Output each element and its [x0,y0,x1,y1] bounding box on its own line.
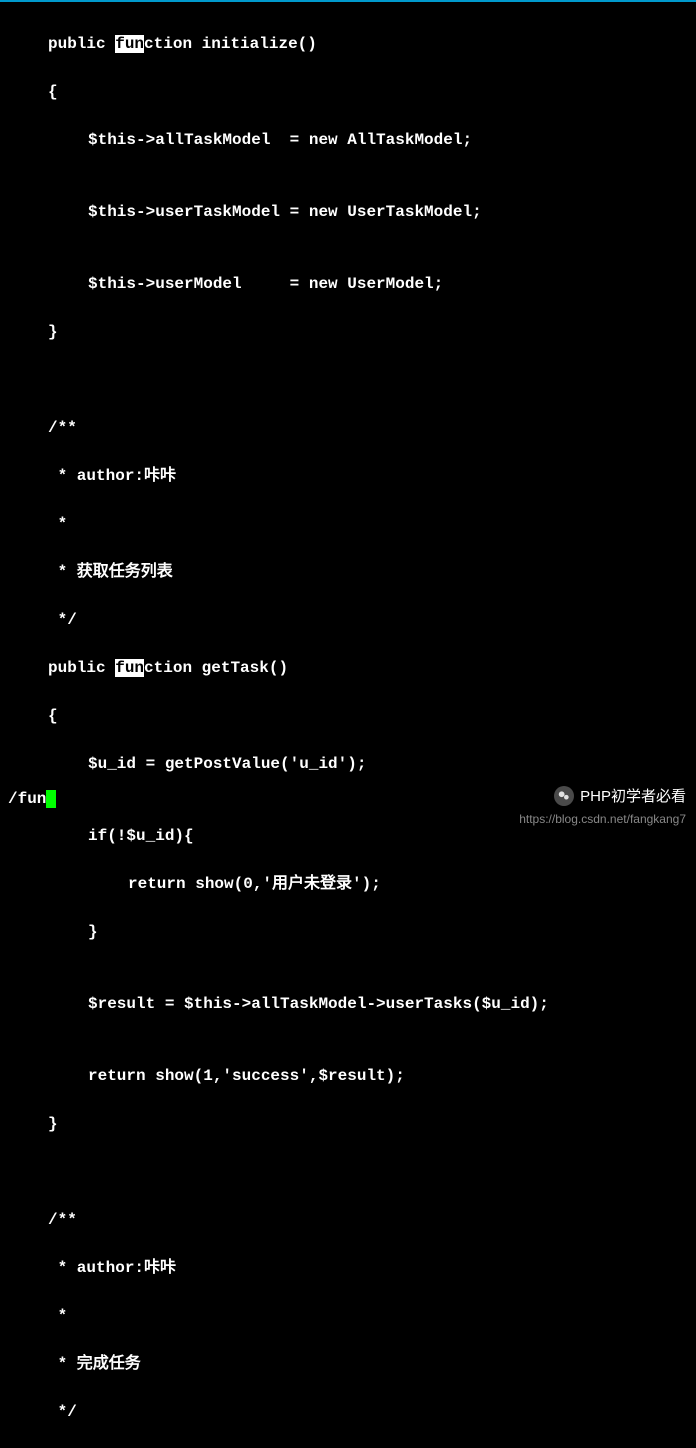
code-line: /** [0,1208,696,1232]
watermark-url: https://blog.csdn.net/fangkang7 [519,812,686,826]
code-line: public function getTask() [0,656,696,680]
search-highlight: fun [115,659,144,677]
code-line: { [0,80,696,104]
code-line: * 获取任务列表 [0,560,696,584]
cursor [46,790,56,808]
code-line: } [0,320,696,344]
code-line: */ [0,608,696,632]
code-line: public function initialize() [0,32,696,56]
code-line: } [0,1112,696,1136]
code-line: * 完成任务 [0,1352,696,1376]
code-line: * author:咔咔 [0,1256,696,1280]
code-line: $this->allTaskModel = new AllTaskModel; [0,128,696,152]
code-line: $u_id = getPostValue('u_id'); [0,752,696,776]
search-text: /fun [8,790,46,808]
code-line: * [0,1304,696,1328]
code-line: return show(0,'用户未登录'); [0,872,696,896]
code-line: $this->userModel = new UserModel; [0,272,696,296]
code-line: return show(1,'success',$result); [0,1064,696,1088]
code-line: $result = $this->allTaskModel->userTasks… [0,992,696,1016]
code-line: { [0,704,696,728]
code-line: if(!$u_id){ [0,824,696,848]
search-command-bar[interactable]: /fun [8,790,56,808]
code-editor[interactable]: public function initialize() { $this->al… [0,2,696,1448]
watermark-text: PHP初学者必看 [580,785,686,806]
search-highlight: fun [115,35,144,53]
code-line: /** [0,416,696,440]
code-line: $this->userTaskModel = new UserTaskModel… [0,200,696,224]
code-line: } [0,920,696,944]
code-line: */ [0,1400,696,1424]
wechat-icon [554,786,574,806]
code-line: * author:咔咔 [0,464,696,488]
watermark: PHP初学者必看 [554,785,686,806]
code-line: * [0,512,696,536]
